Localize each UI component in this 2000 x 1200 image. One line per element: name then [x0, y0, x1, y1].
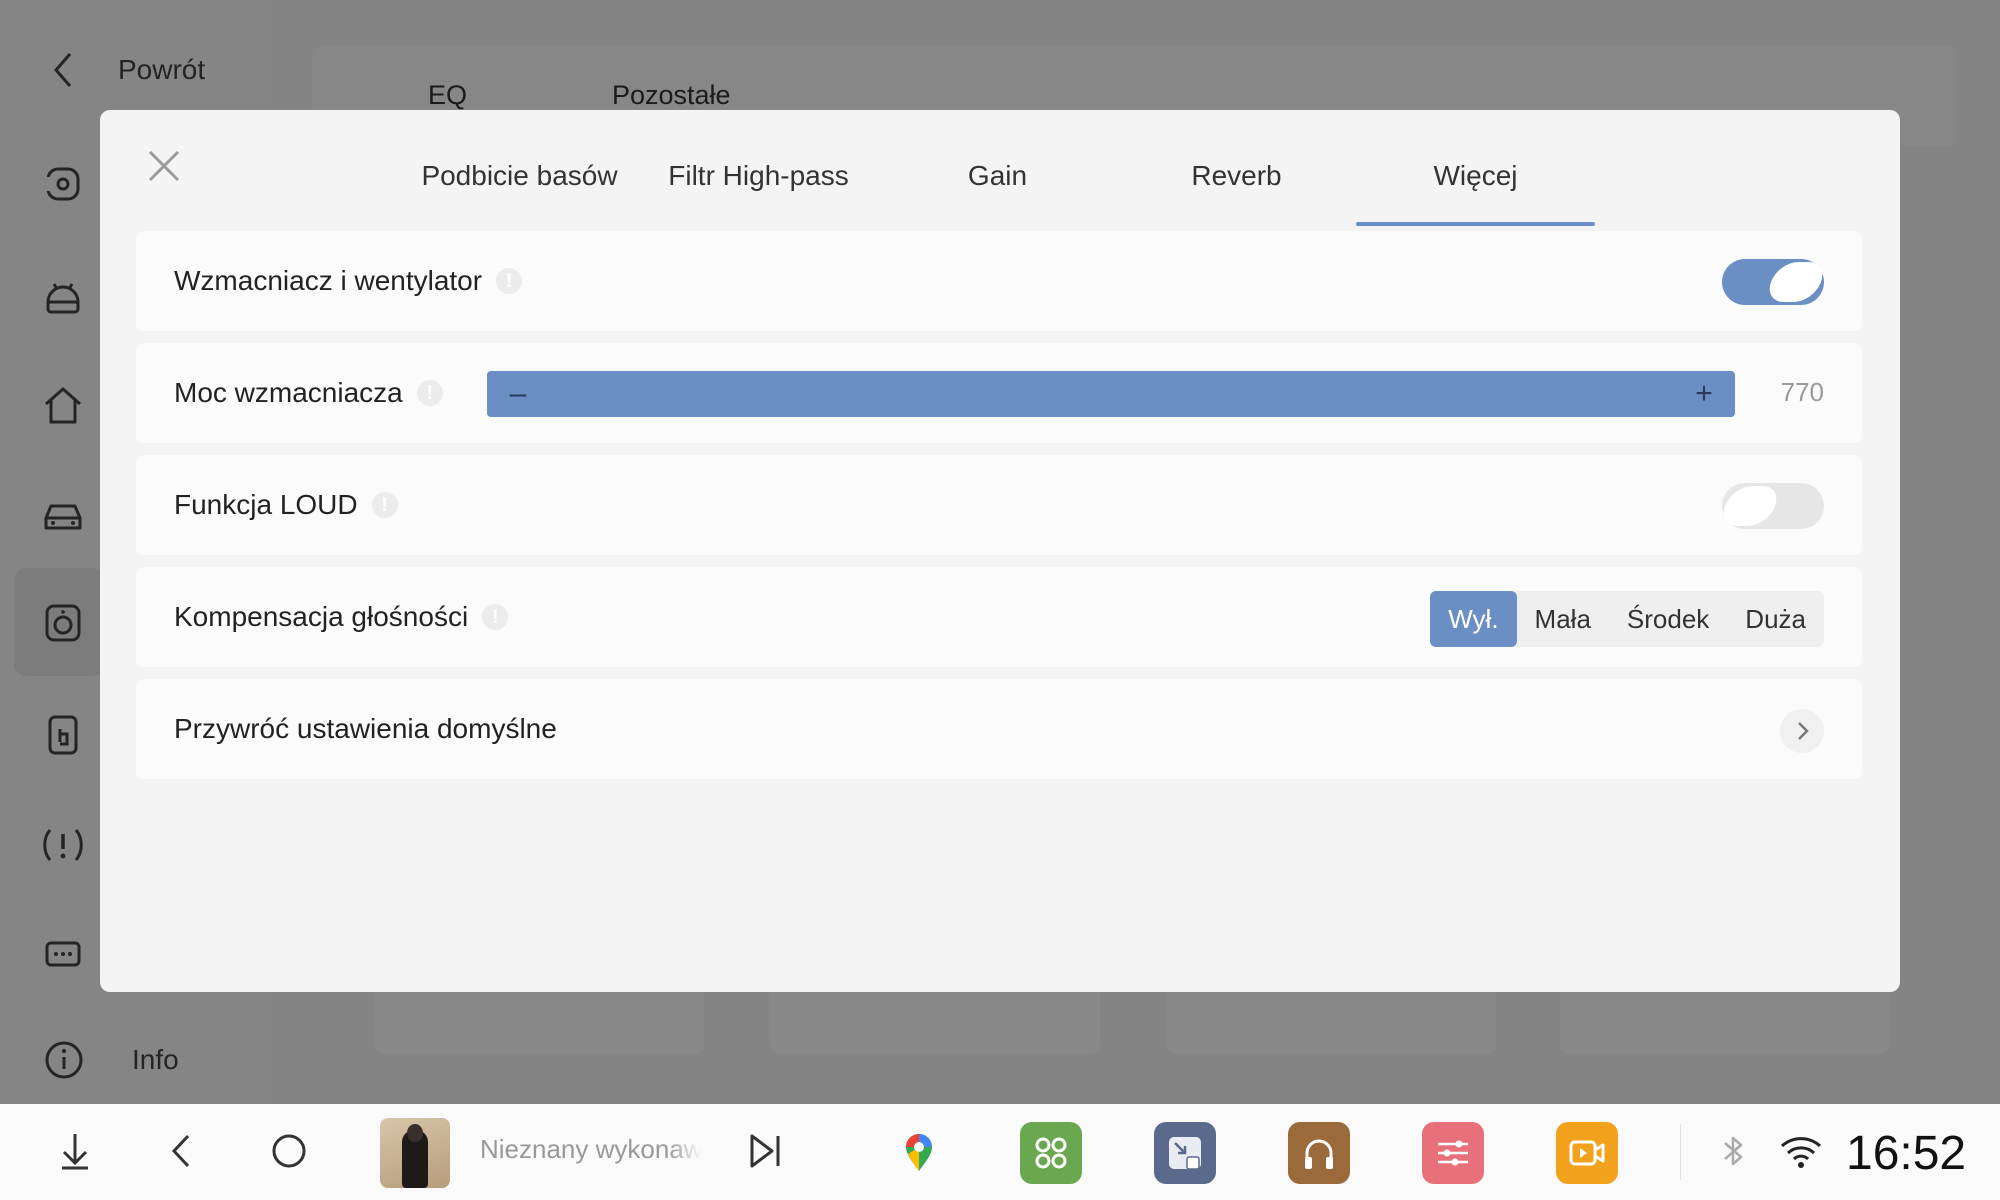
tab-high-pass[interactable]: Filtr High-pass: [639, 130, 878, 222]
volume-comp-selector: Wył. Mała Środek Duża: [1430, 591, 1824, 647]
toggle-knob: [1763, 262, 1829, 302]
amp-fan-toggle[interactable]: [1722, 259, 1829, 305]
track-title[interactable]: Nieznany wykonawca: [480, 1134, 702, 1165]
loud-row: Funkcja LOUD !: [136, 455, 1862, 555]
option-medium[interactable]: Środek: [1609, 591, 1727, 647]
circle-home-icon: [272, 1134, 306, 1168]
album-figure-head: [407, 1124, 423, 1142]
reset-row[interactable]: Przywróć ustawienia domyślne: [136, 679, 1862, 779]
equalizer-app[interactable]: [1422, 1122, 1484, 1184]
increase-button[interactable]: +: [1681, 371, 1727, 417]
loud-label: Funkcja LOUD: [174, 489, 358, 520]
option-small[interactable]: Mała: [1517, 591, 1609, 647]
clock: 16:52: [1846, 1127, 1967, 1180]
taskbar-divider: [1680, 1124, 1681, 1180]
video-app[interactable]: [1556, 1122, 1618, 1184]
amp-fan-label: Wzmacniacz i wentylator: [174, 265, 483, 296]
dialog-tabs: Podbicie basów Filtr High-pass Gain Reve…: [400, 130, 1595, 226]
wifi-icon: [1780, 1137, 1822, 1168]
amp-power-label: Moc wzmacniacza: [174, 377, 403, 408]
settings-dialog: Podbicie basów Filtr High-pass Gain Reve…: [100, 110, 1900, 992]
volume-comp-label: Kompensacja głośności: [174, 601, 469, 632]
tab-gain[interactable]: Gain: [878, 130, 1117, 222]
close-button[interactable]: [144, 146, 184, 186]
apps-launcher[interactable]: [1020, 1122, 1082, 1184]
info-hint-icon[interactable]: !: [482, 604, 509, 630]
window-badge-icon: [1169, 1137, 1201, 1170]
reset-label: Przywróć ustawienia domyślne: [174, 713, 557, 744]
next-track-button[interactable]: [740, 1126, 790, 1176]
info-hint-icon[interactable]: !: [416, 380, 443, 406]
reset-button[interactable]: [1780, 709, 1824, 753]
collapse-button[interactable]: [50, 1126, 100, 1176]
nav-back-button[interactable]: [157, 1126, 207, 1176]
info-hint-icon[interactable]: !: [496, 268, 523, 294]
video-camera-icon: [1569, 1140, 1605, 1166]
amp-power-value: 770: [1780, 377, 1824, 407]
tab-reverb[interactable]: Reverb: [1117, 130, 1356, 222]
option-large[interactable]: Duża: [1727, 591, 1824, 647]
info-hint-icon[interactable]: !: [371, 492, 398, 518]
toggle-knob: [1717, 486, 1783, 526]
arrow-down-icon: [62, 1134, 88, 1170]
maps-pin-icon: [906, 1134, 932, 1171]
bluetooth-status[interactable]: [1708, 1126, 1758, 1176]
headphones-icon: [1305, 1139, 1333, 1169]
volume-comp-row: Kompensacja głośności ! Wył. Mała Środek…: [136, 567, 1862, 667]
taskbar: Nieznany wykonawca 16:52: [0, 1104, 2000, 1200]
amp-power-slider[interactable]: – +: [487, 371, 1735, 417]
close-icon: [148, 150, 180, 182]
amp-fan-row: Wzmacniacz i wentylator !: [136, 231, 1862, 331]
tab-more[interactable]: Więcej: [1356, 130, 1595, 226]
option-off[interactable]: Wył.: [1430, 591, 1517, 647]
decrease-button[interactable]: –: [495, 371, 541, 417]
maps-app[interactable]: [888, 1122, 950, 1184]
equalizer-icon: [1438, 1140, 1468, 1166]
amp-power-row: Moc wzmacniacza ! – + 770: [136, 343, 1862, 443]
album-art[interactable]: [380, 1118, 450, 1188]
window-app[interactable]: [1154, 1122, 1216, 1184]
loud-toggle[interactable]: [1717, 483, 1824, 529]
grid-apps-icon: [1035, 1137, 1067, 1169]
slider-fill: [487, 371, 1735, 417]
tab-bass-boost[interactable]: Podbicie basów: [400, 130, 639, 222]
back-icon: [171, 1134, 190, 1168]
chevron-right-icon: [1798, 722, 1809, 740]
skip-next-icon: [750, 1134, 780, 1168]
bluetooth-icon: [1724, 1136, 1743, 1166]
wifi-status[interactable]: [1776, 1126, 1826, 1176]
nav-home-button[interactable]: [264, 1126, 314, 1176]
headphones-app[interactable]: [1288, 1122, 1350, 1184]
